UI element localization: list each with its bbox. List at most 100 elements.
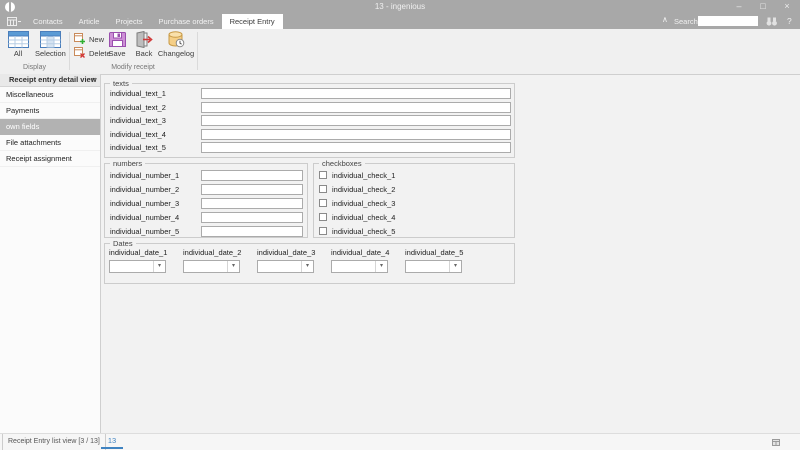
display-group-label: Display	[0, 64, 69, 71]
individual-date-1-select[interactable]: ▾	[109, 260, 166, 273]
field-label: individual_number_4	[110, 212, 179, 223]
tab-projects[interactable]: Projects	[107, 14, 150, 29]
individual-date-5-select[interactable]: ▾	[405, 260, 462, 273]
field-label: individual_date_2	[183, 248, 241, 257]
collapse-ribbon-icon[interactable]: ∧	[662, 15, 668, 24]
individual-text-3-input[interactable]	[201, 115, 511, 126]
ribbon-group-separator	[197, 32, 198, 70]
sidebar-item-file-attachments[interactable]: File attachments	[0, 135, 100, 151]
selection-button[interactable]: Selection	[35, 31, 65, 62]
individual-number-5-input[interactable]	[201, 226, 303, 237]
new-button[interactable]: New	[74, 33, 104, 45]
tab-article[interactable]: Article	[71, 14, 108, 29]
individual-date-4-select[interactable]: ▾	[331, 260, 388, 273]
field-label: individual_text_3	[110, 115, 166, 126]
field-label: individual_text_5	[110, 142, 166, 153]
chevron-down-icon[interactable]: ▾	[227, 261, 239, 272]
field-label: individual_text_1	[110, 88, 166, 99]
individual-number-3-input[interactable]	[201, 198, 303, 209]
selection-button-label: Selection	[35, 49, 65, 58]
tab-document-13[interactable]: 13	[101, 434, 123, 449]
new-record-icon	[74, 33, 86, 45]
search-label: Search:	[674, 17, 700, 26]
individual-check-4-checkbox[interactable]	[319, 213, 327, 221]
minimize-button[interactable]: –	[730, 0, 748, 14]
individual-date-2-select[interactable]: ▾	[183, 260, 240, 273]
table-selection-icon	[40, 31, 61, 48]
individual-date-3-select[interactable]: ▾	[257, 260, 314, 273]
checkbox-label: individual_check_5	[332, 226, 395, 237]
new-tab-grid-icon[interactable]	[772, 439, 780, 446]
field-label: individual_text_4	[110, 129, 166, 140]
individual-text-5-input[interactable]	[201, 142, 511, 153]
individual-check-1-checkbox[interactable]	[319, 171, 327, 179]
individual-text-1-input[interactable]	[201, 88, 511, 99]
field-label: individual_number_5	[110, 226, 179, 237]
document-tab-bar: Receipt Entry list view [3 / 13] 13	[0, 433, 800, 450]
field-label: individual_date_3	[257, 248, 315, 257]
individual-check-5-checkbox[interactable]	[319, 227, 327, 235]
sidebar-collapse-icon[interactable]: «	[91, 73, 96, 85]
title-bar: 13 - ingenious – □ ×	[0, 0, 800, 14]
sidebar-receipt-detail-nav: Receipt entry detail view « Miscellaneou…	[0, 74, 101, 433]
individual-number-2-input[interactable]	[201, 184, 303, 195]
changelog-button[interactable]: Changelog	[157, 31, 195, 62]
checkbox-label: individual_check_3	[332, 198, 395, 209]
sidebar-item-payments[interactable]: Payments	[0, 103, 100, 119]
numbers-group-title: numbers	[110, 159, 145, 168]
individual-check-2-checkbox[interactable]	[319, 185, 327, 193]
individual-check-3-checkbox[interactable]	[319, 199, 327, 207]
individual-number-1-input[interactable]	[201, 170, 303, 181]
individual-number-4-input[interactable]	[201, 212, 303, 223]
individual-text-2-input[interactable]	[201, 102, 511, 113]
search-input[interactable]	[698, 16, 758, 26]
checkboxes-group: checkboxes individual_check_1 individual…	[313, 163, 515, 238]
new-button-label: New	[89, 35, 104, 44]
ribbon-tab-row: Contacts Article Projects Purchase order…	[0, 14, 800, 29]
close-button[interactable]: ×	[778, 0, 796, 14]
tab-purchase-orders[interactable]: Purchase orders	[151, 14, 222, 29]
field-label: individual_number_2	[110, 184, 179, 195]
field-label: individual_date_4	[331, 248, 389, 257]
tab-receipt-entry-list-view[interactable]: Receipt Entry list view [3 / 13]	[2, 434, 106, 450]
checkboxes-group-title: checkboxes	[319, 159, 365, 168]
maximize-button[interactable]: □	[754, 0, 772, 14]
binoculars-search-icon[interactable]	[766, 17, 778, 26]
back-door-icon	[134, 31, 154, 48]
checkbox-label: individual_check_1	[332, 170, 395, 181]
delete-record-icon	[74, 47, 86, 59]
save-button[interactable]: Save	[104, 31, 130, 62]
checkbox-label: individual_check_2	[332, 184, 395, 195]
modify-receipt-group-label: Modify receipt	[69, 64, 197, 71]
sidebar-item-own-fields[interactable]: own fields	[0, 119, 100, 135]
sidebar-header-label: Receipt entry detail view	[9, 75, 97, 84]
numbers-group: numbers individual_number_1 individual_n…	[104, 163, 308, 238]
table-all-icon	[8, 31, 29, 48]
dates-group: Dates individual_date_1 ▾ individual_dat…	[104, 243, 515, 284]
changelog-button-label: Changelog	[157, 49, 195, 58]
save-floppy-icon	[108, 31, 127, 48]
sidebar-item-miscellaneous[interactable]: Miscellaneous	[0, 87, 100, 103]
chevron-down-icon[interactable]: ▾	[153, 261, 165, 272]
tab-receipt-entry[interactable]: Receipt Entry	[222, 14, 283, 29]
back-button[interactable]: Back	[131, 31, 157, 62]
field-label: individual_number_1	[110, 170, 179, 181]
field-label: individual_date_5	[405, 248, 463, 257]
save-button-label: Save	[104, 49, 130, 58]
app-menu-grid-icon[interactable]	[7, 17, 21, 26]
help-icon[interactable]: ?	[787, 16, 792, 26]
texts-group-title: texts	[110, 79, 132, 88]
field-label: individual_text_2	[110, 102, 166, 113]
sidebar-header: Receipt entry detail view «	[0, 74, 100, 87]
chevron-down-icon[interactable]: ▾	[375, 261, 387, 272]
window-title: 13 - ingenious	[0, 2, 800, 11]
ribbon: All Selection Display New Delete	[0, 29, 800, 75]
all-button[interactable]: All	[3, 31, 33, 62]
individual-text-4-input[interactable]	[201, 129, 511, 140]
field-label: individual_number_3	[110, 198, 179, 209]
all-button-label: All	[3, 49, 33, 58]
chevron-down-icon[interactable]: ▾	[449, 261, 461, 272]
tab-contacts[interactable]: Contacts	[25, 14, 71, 29]
sidebar-item-receipt-assignment[interactable]: Receipt assignment	[0, 151, 100, 167]
chevron-down-icon[interactable]: ▾	[301, 261, 313, 272]
